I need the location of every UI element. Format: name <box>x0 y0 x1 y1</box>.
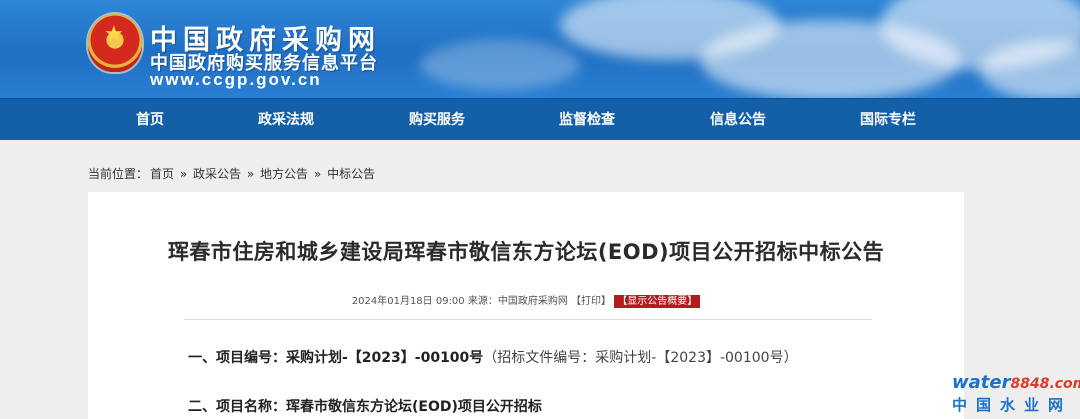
watermark-suffix: .com <box>1049 376 1080 392</box>
print-link[interactable]: 【打印】 <box>571 296 611 307</box>
watermark-brand: water <box>952 372 1011 393</box>
article-panel: 珲春市住房和城乡建设局珲春市敬信东方论坛(EOD)项目公开招标中标公告 2024… <box>88 192 964 419</box>
tender-document-number: （招标文件编号：采购计划-【2023】-00100号） <box>483 350 798 366</box>
nav-international[interactable]: 国际专栏 <box>828 99 948 141</box>
project-number-label: 一、项目编号：采购计划-【2023】-00100号 <box>188 350 484 366</box>
nav-purchase-services[interactable]: 购买服务 <box>377 99 497 141</box>
watermark-logo: water8848.com <box>952 372 1080 393</box>
nav-home[interactable]: 首页 <box>90 99 210 141</box>
site-header: ★ 中国政府采购网 中国政府购买服务信息平台 www.ccgp.gov.cn <box>0 0 1080 98</box>
breadcrumb-award-notices[interactable]: 中标公告 <box>327 167 375 181</box>
article-meta: 2024年01月18日 09:00 来源：中国政府采购网 【打印】 【显示公告概… <box>88 292 964 308</box>
project-name: 二、项目名称：珲春市敬信东方论坛(EOD)项目公开招标 <box>188 396 542 416</box>
article-title: 珲春市住房和城乡建设局珲春市敬信东方论坛(EOD)项目公开招标中标公告 <box>167 240 885 264</box>
article-source: 来源：中国政府采购网 <box>467 296 568 307</box>
site-url: www.ccgp.gov.cn <box>150 70 322 89</box>
breadcrumb-label: 当前位置： <box>88 167 149 181</box>
breadcrumb-separator: » <box>313 167 322 181</box>
divider <box>184 319 872 320</box>
project-number: 一、项目编号：采购计划-【2023】-00100号（招标文件编号：采购计划-【2… <box>188 347 798 367</box>
breadcrumb-separator: » <box>246 167 255 181</box>
main-nav: 首页 政采法规 购买服务 监督检查 信息公告 国际专栏 <box>0 98 1080 140</box>
project-name-text: 二、项目名称：珲春市敬信东方论坛(EOD)项目公开招标 <box>188 399 542 415</box>
breadcrumb: 当前位置： 首页 » 政采公告 » 地方公告 » 中标公告 <box>88 165 377 182</box>
watermark-cn: 中国水业网 <box>952 396 1073 414</box>
breadcrumb-home[interactable]: 首页 <box>150 167 174 181</box>
nav-announcements[interactable]: 信息公告 <box>678 99 798 141</box>
breadcrumb-procurement-notices[interactable]: 政采公告 <box>193 167 241 181</box>
watermark-number: 8848 <box>1010 376 1050 392</box>
breadcrumb-local-notices[interactable]: 地方公告 <box>260 167 308 181</box>
national-emblem-icon: ★ <box>88 14 142 72</box>
publish-date: 2024年01月18日 09:00 <box>351 296 465 307</box>
show-summary-button[interactable]: 【显示公告概要】 <box>614 295 701 308</box>
nav-regulations[interactable]: 政采法规 <box>226 99 346 141</box>
nav-supervision[interactable]: 监督检查 <box>527 99 647 141</box>
breadcrumb-separator: » <box>179 167 188 181</box>
